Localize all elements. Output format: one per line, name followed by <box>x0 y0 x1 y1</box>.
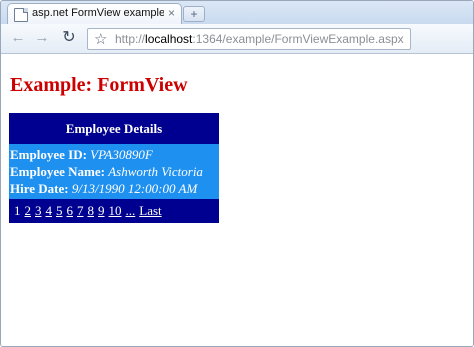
tab-active[interactable]: asp.net FormView example... × <box>7 3 182 25</box>
formview-pager: 1 2 3 4 5 6 7 8 9 10... Last <box>9 199 219 223</box>
field-employee-id: Employee ID: VPA30890F <box>10 146 218 163</box>
formview-header: Employee Details <box>9 113 219 144</box>
page-icon <box>14 8 28 22</box>
field-hire-date: Hire Date: 9/13/1990 12:00:00 AM <box>10 180 218 197</box>
new-tab-button[interactable]: + <box>183 6 205 22</box>
pager-link-last[interactable]: Last <box>139 203 161 218</box>
employee-formview: Employee Details Employee ID: VPA30890F … <box>9 113 219 223</box>
page-title: Example: FormView <box>10 74 188 96</box>
pager-link-10[interactable]: 10 <box>109 203 122 218</box>
field-employee-name: Employee Name: Ashworth Victoria <box>10 163 218 180</box>
pager-link-7[interactable]: 7 <box>77 203 84 218</box>
field-label: Hire Date: <box>10 181 69 196</box>
field-label: Employee ID: <box>10 147 87 162</box>
field-value: Ashworth Victoria <box>108 164 203 179</box>
pager-link-6[interactable]: 6 <box>67 203 74 218</box>
field-value: 9/13/1990 12:00:00 AM <box>71 181 198 196</box>
pager-link-3[interactable]: 3 <box>35 203 42 218</box>
pager-link-5[interactable]: 5 <box>56 203 63 218</box>
url-path: :1364/example/FormViewExample.aspx <box>192 32 404 46</box>
back-arrow-icon[interactable]: ← <box>10 30 26 46</box>
pager-link-8[interactable]: 8 <box>88 203 95 218</box>
browser-window: asp.net FormView example... × + ← → ↻ ☆ … <box>0 0 474 347</box>
field-value: VPA30890F <box>90 147 153 162</box>
pager-link-more[interactable]: ... <box>126 203 136 218</box>
pager-link-9[interactable]: 9 <box>98 203 105 218</box>
browser-toolbar: ← → ↻ ☆ http://localhost:1364/example/Fo… <box>1 24 473 54</box>
pager-current-page: 1 <box>14 203 21 218</box>
page-content: Example: FormView Employee Details Emplo… <box>1 54 473 346</box>
address-bar[interactable]: ☆ http://localhost:1364/example/FormView… <box>87 28 411 50</box>
formview-item: Employee ID: VPA30890F Employee Name: As… <box>9 144 219 199</box>
url-host: localhost <box>145 32 193 46</box>
tab-title: asp.net FormView example... <box>32 7 164 19</box>
field-label: Employee Name: <box>10 164 105 179</box>
tab-strip: asp.net FormView example... × + <box>1 1 473 25</box>
url-scheme: http:// <box>115 32 146 46</box>
pager-link-2[interactable]: 2 <box>25 203 32 218</box>
pager-link-4[interactable]: 4 <box>46 203 53 218</box>
url-text: http://localhost:1364/example/FormViewEx… <box>115 32 404 46</box>
bookmark-star-icon[interactable]: ☆ <box>94 30 107 48</box>
close-tab-icon[interactable]: × <box>168 6 175 20</box>
forward-arrow-icon[interactable]: → <box>34 30 50 46</box>
reload-icon[interactable]: ↻ <box>61 30 77 46</box>
